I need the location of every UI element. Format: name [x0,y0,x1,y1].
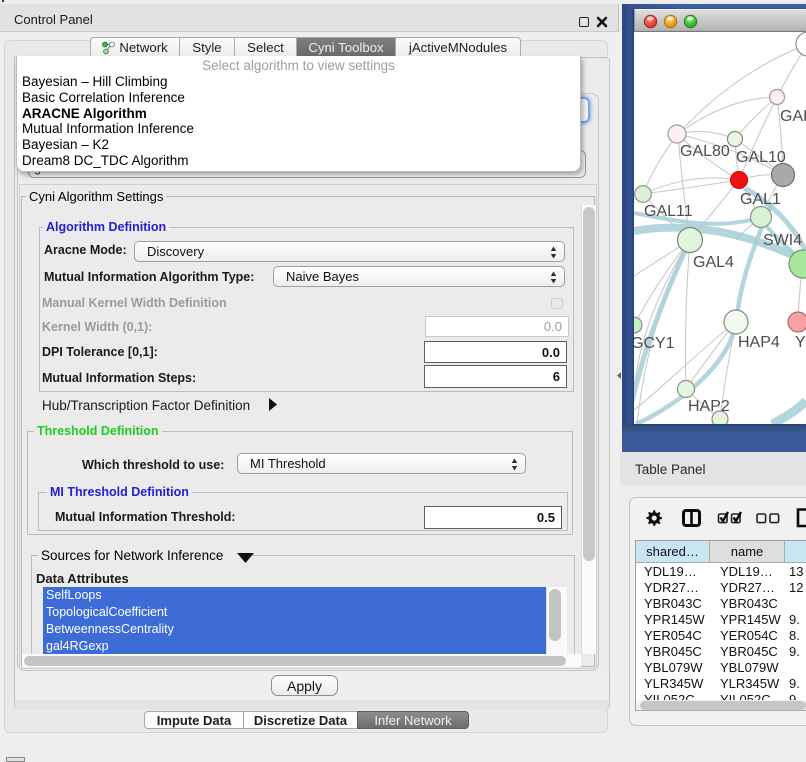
svg-text:GAL7: GAL7 [780,108,806,125]
svg-text:HAP2: HAP2 [688,398,730,415]
svg-text:GAL11: GAL11 [644,203,693,220]
svg-text:GAL4: GAL4 [693,254,734,271]
svg-text:GAL1: GAL1 [740,191,781,208]
svg-text:GAL10: GAL10 [736,149,786,166]
svg-text:SWI4: SWI4 [763,232,802,249]
svg-text:GCY1: GCY1 [634,335,675,352]
svg-text:Y: Y [795,334,806,351]
svg-text:GAL80: GAL80 [680,143,730,160]
svg-text:HAP4: HAP4 [738,334,780,351]
